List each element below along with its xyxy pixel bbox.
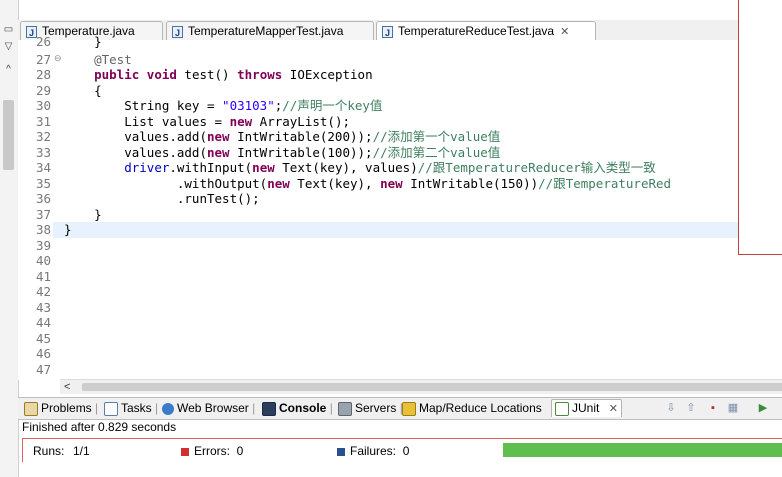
line-number: 41 (35, 269, 51, 284)
line-number: 29 (35, 83, 51, 98)
previous-failure-icon[interactable]: ⇧ (684, 401, 698, 415)
line-number: 44 (35, 315, 51, 330)
tab-servers[interactable]: Servers | (338, 400, 403, 417)
line-number: 39 (35, 238, 51, 253)
tab-problems[interactable]: Problems | (24, 400, 98, 417)
line-number: 40 (35, 253, 51, 268)
scroll-left-icon[interactable]: < (64, 380, 70, 394)
editor-tab-bar: J Temperature.java J TemperatureMapperTest… (18, 20, 782, 41)
code-line: public void test() throws IOException (94, 67, 373, 82)
line-number: 35 (35, 176, 51, 191)
code-line: .withOutput(new Text(key), new IntWritab… (64, 176, 672, 191)
line-number: 34 (35, 160, 51, 175)
code-line: driver.withInput(new Text(key), values)/… (124, 160, 656, 175)
line-number: 32 (35, 129, 51, 144)
views-tab-bar: Problems | Tasks | Web Browser | Console… (18, 397, 782, 420)
close-icon[interactable]: ✕ (560, 26, 569, 38)
code-line: } (64, 34, 102, 49)
failure-icon (337, 447, 345, 456)
code-line: List values = new ArrayList(); (64, 114, 350, 129)
junit-finished-text: Finished after 0.829 seconds (22, 420, 177, 434)
tab-web-browser[interactable]: Web Browser | (162, 400, 255, 417)
code-line: values.add(new IntWritable(200));//添加第一个… (64, 129, 501, 144)
line-number: 38 (35, 222, 51, 237)
line-number: 33 (35, 145, 51, 160)
line-number: 43 (35, 300, 51, 315)
scroll-lock-icon[interactable]: ▦ (726, 401, 740, 415)
code-line: { (64, 83, 102, 98)
code-editor[interactable]: 26 27 28 29 30 31 32 33 34 35 36 37 38 39 40 41 42 43 44 45… (18, 34, 782, 380)
line-number: 42 (35, 284, 51, 299)
line-number: 37 (35, 207, 51, 222)
tab-map-reduce-locations[interactable]: Map/Reduce Locations (402, 400, 542, 417)
error-icon (181, 447, 189, 456)
line-number: 30 (35, 98, 51, 113)
show-failures-only-icon[interactable]: ▪ (706, 401, 720, 415)
line-number: 28 (35, 67, 51, 82)
line-number: 46 (35, 346, 51, 361)
servers-icon (338, 401, 352, 416)
vertical-scroll-thumb[interactable] (3, 100, 14, 170)
line-number: 27 (35, 52, 51, 67)
overlay-window (738, 0, 782, 255)
tab-temperature-reduce-test[interactable]: J TemperatureReduceTest.java ✕ (376, 21, 596, 41)
failures-counter: Failures: 0 (337, 444, 409, 458)
code-line: } (64, 207, 102, 222)
globe-icon (162, 402, 174, 415)
current-line-highlight (53, 222, 782, 238)
tab-console[interactable]: Console | (262, 400, 333, 417)
elephant-icon (402, 401, 416, 416)
line-number: 26 (35, 34, 51, 49)
code-line: values.add(new IntWritable(100));//添加第二个… (64, 145, 501, 160)
line-number: 47 (35, 362, 51, 377)
java-file-icon: J (172, 25, 183, 38)
code-line: } (64, 222, 72, 237)
console-icon (262, 401, 276, 416)
fold-icon[interactable]: ⊖ (54, 53, 62, 64)
close-icon[interactable]: ✕ (609, 403, 618, 415)
runs-label: Runs: (33, 444, 65, 458)
tab-temperature-mapper-test[interactable]: J TemperatureMapperTest.java (166, 21, 374, 40)
tab-tasks[interactable]: Tasks | (104, 400, 158, 417)
line-number: 45 (35, 331, 51, 346)
code-line: @Test (64, 52, 132, 67)
problems-icon (24, 401, 38, 416)
next-failure-icon[interactable]: ⇩ (664, 401, 678, 415)
code-line: String key = "03103";//声明一个key值 (64, 98, 383, 113)
junit-results-area (22, 462, 782, 477)
java-file-icon: J (382, 25, 393, 38)
junit-icon (555, 401, 569, 416)
restore-icon[interactable]: ▭ (2, 24, 15, 35)
errors-counter: Errors: 0 (181, 444, 243, 458)
junit-progress-bar (503, 443, 782, 457)
rerun-test-icon[interactable]: ▶ (756, 401, 770, 415)
scroll-up-icon[interactable]: ^ (2, 64, 15, 75)
left-side-strip: ▭ ▽ ^ (0, 0, 19, 477)
tasks-icon (104, 401, 118, 416)
line-number-gutter: 26 27 28 29 30 31 32 33 34 35 36 37 38 39 40 41 42 43 44 45… (23, 34, 53, 380)
line-number: 36 (35, 191, 51, 206)
code-line: .runTest(); (64, 191, 260, 206)
chevron-down-icon[interactable]: ▽ (2, 41, 15, 52)
runs-value: 1/1 (73, 444, 90, 458)
tab-junit[interactable]: JUnit ✕ (551, 399, 622, 417)
line-number: 31 (35, 114, 51, 129)
horizontal-scrollbar[interactable]: < (60, 379, 782, 394)
horizontal-scroll-thumb[interactable] (82, 383, 782, 391)
